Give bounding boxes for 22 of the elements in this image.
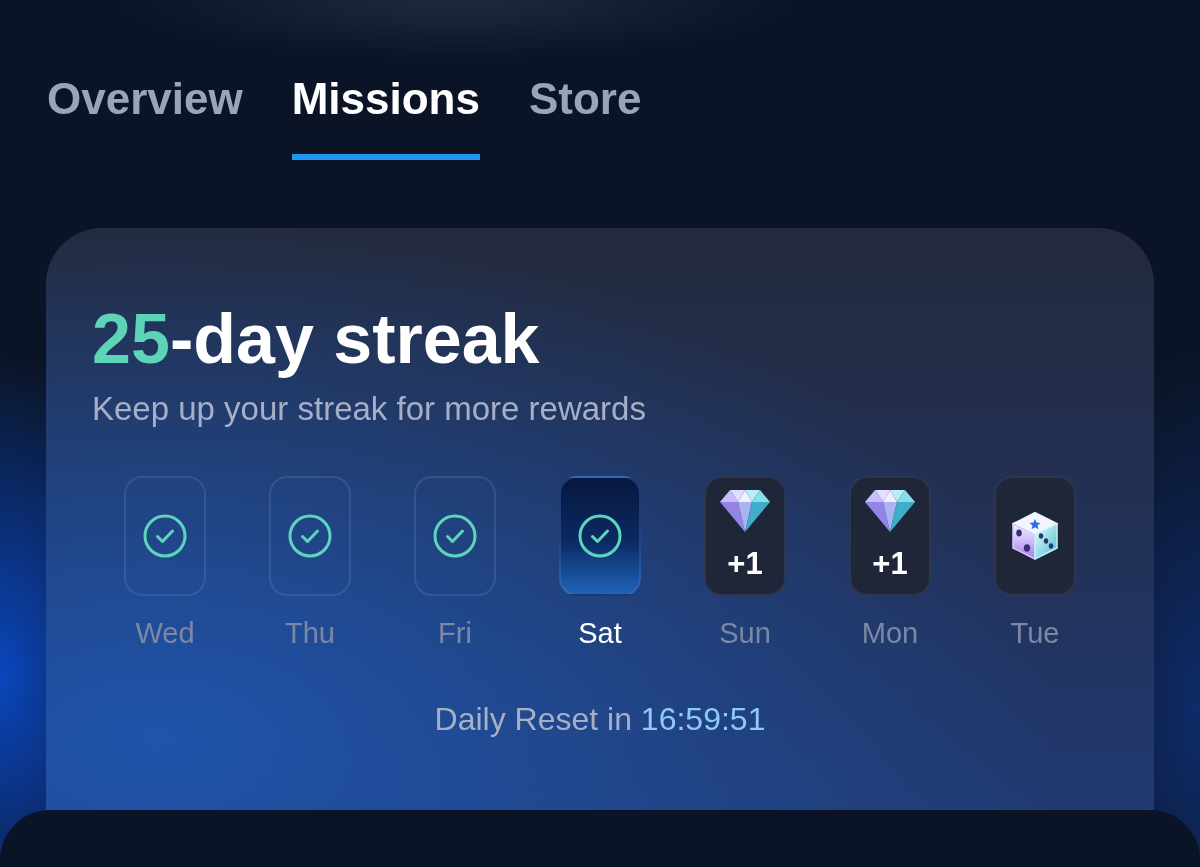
tab[interactable]: Missions xyxy=(291,72,480,160)
day-label: Sun xyxy=(719,616,771,650)
reward-amount: +1 xyxy=(727,547,763,581)
check-circle-icon xyxy=(578,514,622,558)
diamond-icon xyxy=(720,490,770,532)
check-circle-icon xyxy=(143,514,187,558)
day-label: Thu xyxy=(285,616,335,650)
dice-icon xyxy=(1011,511,1059,561)
reward-amount: +1 xyxy=(872,547,908,581)
check-circle-icon xyxy=(433,514,477,558)
day-label: Fri xyxy=(438,616,472,650)
day-label: Mon xyxy=(861,616,919,650)
streak-title: 25-day streak xyxy=(92,301,541,378)
check-circle-icon xyxy=(288,514,332,558)
day-label: Sat xyxy=(578,616,622,650)
streak-subtitle: Keep up your streak for more rewards xyxy=(92,389,647,429)
daily-reset-text: Daily Reset in 16:59:51 xyxy=(433,700,767,738)
diamond-icon xyxy=(865,490,915,532)
day-label: Wed xyxy=(135,616,195,650)
tab[interactable]: Overview xyxy=(47,72,243,160)
tab[interactable]: Store xyxy=(528,72,642,160)
day-label: Tue xyxy=(1010,616,1060,650)
